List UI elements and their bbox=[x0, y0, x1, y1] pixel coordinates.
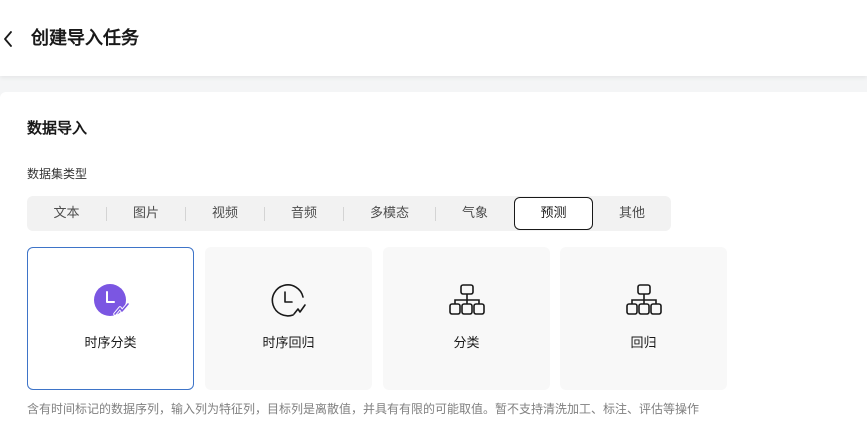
dataset-type-tabs: 文本 图片 视频 音频 多模态 气象 预测 其他 bbox=[27, 196, 671, 231]
section-title: 数据导入 bbox=[27, 119, 88, 137]
clock-trend-outline-icon bbox=[271, 284, 306, 317]
hierarchy-icon bbox=[448, 284, 485, 315]
page-header: 创建导入任务 bbox=[0, 0, 867, 76]
card-label: 时序回归 bbox=[262, 336, 315, 351]
card-label: 回归 bbox=[630, 336, 657, 351]
card-classification[interactable]: 分类 bbox=[383, 247, 550, 390]
tab-multimodal[interactable]: 多模态 bbox=[344, 196, 435, 231]
dataset-type-label: 数据集类型 bbox=[27, 167, 88, 181]
back-button[interactable] bbox=[0, 24, 20, 54]
tab-text[interactable]: 文本 bbox=[27, 196, 106, 231]
data-import-panel: 数据导入 数据集类型 文本 图片 视频 音频 多模态 气象 预测 其他 时序分类… bbox=[0, 92, 867, 431]
tab-image[interactable]: 图片 bbox=[107, 196, 185, 231]
type-description: 含有时间标记的数据序列，输入列为特征列，目标列是离散值，并具有有限的可能取值。暂… bbox=[27, 402, 700, 416]
tab-audio[interactable]: 音频 bbox=[265, 196, 343, 231]
card-regression[interactable]: 回归 bbox=[560, 247, 727, 390]
card-label: 分类 bbox=[453, 336, 480, 351]
tab-other[interactable]: 其他 bbox=[593, 196, 671, 231]
tab-weather[interactable]: 气象 bbox=[436, 196, 514, 231]
chevron-left-icon bbox=[4, 31, 12, 47]
hierarchy-icon bbox=[625, 284, 662, 315]
page-title: 创建导入任务 bbox=[31, 28, 139, 49]
tab-video[interactable]: 视频 bbox=[186, 196, 264, 231]
tab-forecast[interactable]: 预测 bbox=[514, 197, 593, 230]
clock-trend-icon bbox=[93, 284, 129, 316]
card-time-series-regression[interactable]: 时序回归 bbox=[205, 247, 372, 390]
card-time-series-classification[interactable]: 时序分类 bbox=[27, 247, 194, 390]
card-label: 时序分类 bbox=[84, 336, 137, 351]
